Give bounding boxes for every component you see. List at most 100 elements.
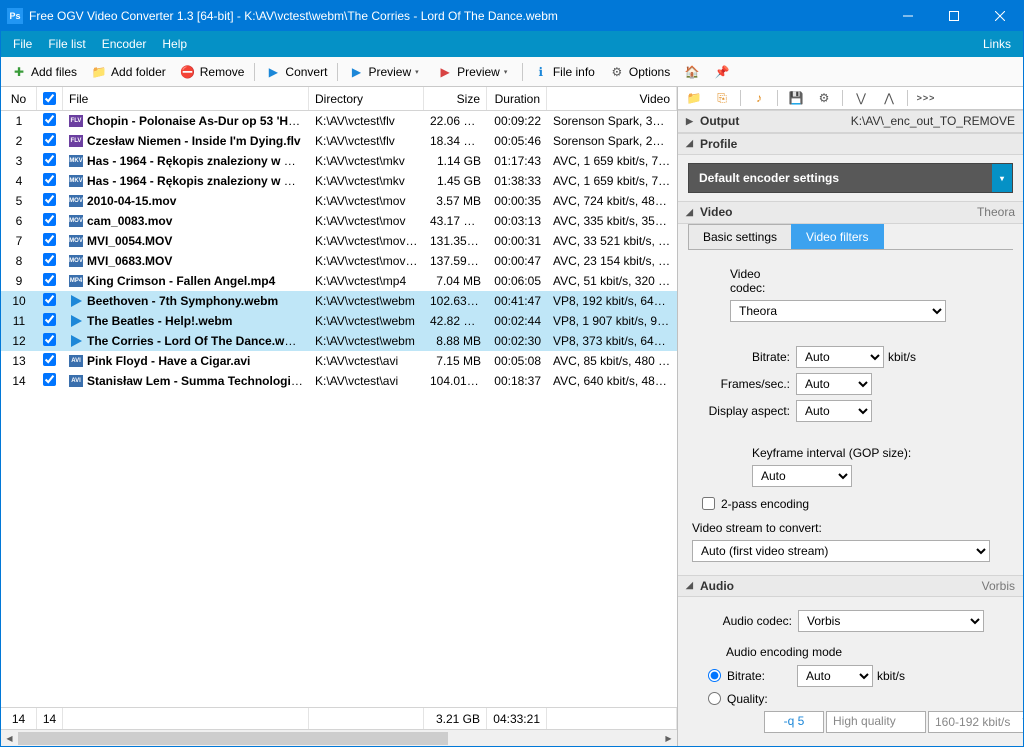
scroll-right-icon[interactable]: ▶ bbox=[660, 730, 677, 747]
table-row[interactable]: 4MKVHas - 1964 - Rękopis znaleziony w Sa… bbox=[1, 171, 677, 191]
table-row[interactable]: 9MP4King Crimson - Fallen Angel.mp4K:\AV… bbox=[1, 271, 677, 291]
side-more-button[interactable]: >>> bbox=[916, 88, 936, 108]
table-row[interactable]: 3MKVHas - 1964 - Rękopis znaleziony w Sa… bbox=[1, 151, 677, 171]
options-button[interactable]: ⚙ Options bbox=[603, 61, 676, 83]
row-checkbox[interactable] bbox=[43, 353, 56, 366]
panel-video-header[interactable]: ◢ Video Theora bbox=[678, 201, 1023, 223]
audio-mode-quality-radio[interactable] bbox=[708, 692, 721, 705]
file-type-icon bbox=[69, 334, 83, 348]
table-row[interactable]: 6MOVcam_0083.movK:\AV\vctest\mov43.17 MB… bbox=[1, 211, 677, 231]
table-row[interactable]: 10Beethoven - 7th Symphony.webmK:\AV\vct… bbox=[1, 291, 677, 311]
row-checkbox[interactable] bbox=[43, 373, 56, 386]
col-header-file[interactable]: File bbox=[63, 87, 309, 110]
panel-profile-header[interactable]: ◢ Profile bbox=[678, 133, 1023, 155]
scroll-left-icon[interactable]: ◀ bbox=[1, 730, 18, 747]
add-folder-button[interactable]: 📁 Add folder bbox=[85, 61, 172, 83]
col-header-check[interactable] bbox=[37, 87, 63, 110]
minimize-button[interactable] bbox=[885, 1, 931, 31]
menu-filelist[interactable]: File list bbox=[40, 33, 93, 55]
file-name: AVIStanisław Lem - Summa Technologiae po… bbox=[63, 372, 309, 391]
panel-output-header[interactable]: ▶ Output K:\AV\_enc_out_TO_REMOVE bbox=[678, 110, 1023, 132]
preview-icon: ▶ bbox=[348, 64, 364, 80]
side-expand-button[interactable]: ⋀ bbox=[879, 88, 899, 108]
table-row[interactable]: 2FLVCzesław Niemen - Inside I'm Dying.fl… bbox=[1, 131, 677, 151]
row-checkbox[interactable] bbox=[43, 193, 56, 206]
tab-video-filters[interactable]: Video filters bbox=[791, 224, 883, 249]
quality-rate-select[interactable]: 160-192 kbit/s ⋁ bbox=[928, 711, 1023, 733]
menu-encoder[interactable]: Encoder bbox=[94, 33, 155, 55]
horizontal-scrollbar[interactable]: ◀ ▶ bbox=[1, 729, 677, 746]
table-row[interactable]: 8MOVMVI_0683.MOVK:\AV\vctest\mov\Ca...13… bbox=[1, 251, 677, 271]
check-all[interactable] bbox=[43, 92, 56, 105]
tab-basic-settings[interactable]: Basic settings bbox=[688, 224, 792, 249]
home-button[interactable]: 🏠 bbox=[678, 61, 706, 83]
menu-file[interactable]: File bbox=[5, 33, 40, 55]
col-header-video[interactable]: Video bbox=[547, 87, 677, 110]
video-stream-select[interactable]: Auto (first video stream) bbox=[692, 540, 990, 562]
audio-codec-select[interactable]: Vorbis bbox=[798, 610, 984, 632]
profile-select[interactable]: Default encoder settings ▾ bbox=[688, 163, 1013, 193]
table-row[interactable]: 12The Corries - Lord Of The Dance.webmK:… bbox=[1, 331, 677, 351]
table-row[interactable]: 13AVIPink Floyd - Have a Cigar.aviK:\AV\… bbox=[1, 351, 677, 371]
scroll-thumb[interactable] bbox=[18, 732, 448, 745]
side-note-button[interactable]: ♪ bbox=[749, 88, 769, 108]
row-checkbox[interactable] bbox=[43, 113, 56, 126]
file-name: MKVHas - 1964 - Rękopis znaleziony w Sar… bbox=[63, 152, 309, 171]
quality-value[interactable]: -q 5 bbox=[764, 711, 824, 733]
preview-alt-button[interactable]: ▶ Preview ▾ bbox=[431, 61, 518, 83]
add-files-button[interactable]: ✚ Add files bbox=[5, 61, 83, 83]
fps-select[interactable]: Auto bbox=[796, 373, 872, 395]
audio-bitrate-select[interactable]: Auto bbox=[797, 665, 873, 687]
convert-button[interactable]: ▶ Convert bbox=[259, 61, 333, 83]
col-header-size[interactable]: Size bbox=[424, 87, 487, 110]
aspect-select[interactable]: Auto bbox=[796, 400, 872, 422]
remove-button[interactable]: ⛔ Remove bbox=[174, 61, 251, 83]
table-row[interactable]: 14AVIStanisław Lem - Summa Technologiae … bbox=[1, 371, 677, 391]
row-checkbox[interactable] bbox=[43, 293, 56, 306]
menu-help[interactable]: Help bbox=[154, 33, 195, 55]
side-copy-button[interactable]: ⎘ bbox=[712, 88, 732, 108]
side-gear-button[interactable]: ⚙ bbox=[814, 88, 834, 108]
maximize-button[interactable] bbox=[931, 1, 977, 31]
table-row[interactable]: 11The Beatles - Help!.webmK:\AV\vctest\w… bbox=[1, 311, 677, 331]
footer-dur: 04:33:21 bbox=[487, 708, 547, 729]
row-checkbox[interactable] bbox=[43, 173, 56, 186]
menu-links[interactable]: Links bbox=[975, 33, 1019, 55]
panel-audio-header[interactable]: ◢ Audio Vorbis bbox=[678, 575, 1023, 597]
video-codec-select[interactable]: Theora bbox=[730, 300, 946, 322]
file-type-icon: FLV bbox=[69, 114, 83, 128]
row-checkbox[interactable] bbox=[43, 233, 56, 246]
table-row[interactable]: 5MOV2010-04-15.movK:\AV\vctest\mov3.57 M… bbox=[1, 191, 677, 211]
side-save-button[interactable]: 💾 bbox=[786, 88, 806, 108]
row-checkbox[interactable] bbox=[43, 313, 56, 326]
file-info-button[interactable]: ℹ File info bbox=[527, 61, 601, 83]
row-checkbox[interactable] bbox=[43, 273, 56, 286]
label-bitrate: Bitrate: bbox=[692, 350, 796, 364]
file-name: MP4King Crimson - Fallen Angel.mp4 bbox=[63, 272, 309, 291]
pin-button[interactable]: 📌 bbox=[708, 61, 736, 83]
file-name: FLVChopin - Polonaise As-Dur op 53 'Hero… bbox=[63, 112, 309, 131]
preview-alt-icon: ▶ bbox=[437, 64, 453, 80]
row-checkbox[interactable] bbox=[43, 133, 56, 146]
video-bitrate-select[interactable]: Auto bbox=[796, 346, 884, 368]
row-checkbox[interactable] bbox=[43, 213, 56, 226]
keyframe-select[interactable]: Auto bbox=[752, 465, 852, 487]
two-pass-checkbox[interactable] bbox=[702, 497, 715, 510]
col-header-no[interactable]: No bbox=[1, 87, 37, 110]
preview-button[interactable]: ▶ Preview ▾ bbox=[342, 61, 429, 83]
row-checkbox[interactable] bbox=[43, 333, 56, 346]
save-icon: 💾 bbox=[789, 91, 804, 105]
side-collapse-button[interactable]: ⋁ bbox=[851, 88, 871, 108]
row-checkbox[interactable] bbox=[43, 253, 56, 266]
col-header-dur[interactable]: Duration bbox=[487, 87, 547, 110]
table-row[interactable]: 7MOVMVI_0054.MOVK:\AV\vctest\mov\Ca...13… bbox=[1, 231, 677, 251]
col-header-dir[interactable]: Directory bbox=[309, 87, 424, 110]
audio-mode-bitrate-radio[interactable] bbox=[708, 669, 721, 682]
file-name: AVIPink Floyd - Have a Cigar.avi bbox=[63, 352, 309, 371]
label-audio-codec: Audio codec: bbox=[688, 614, 798, 628]
row-checkbox[interactable] bbox=[43, 153, 56, 166]
close-button[interactable] bbox=[977, 1, 1023, 31]
side-folder-button[interactable]: 📁 bbox=[684, 88, 704, 108]
table-row[interactable]: 1FLVChopin - Polonaise As-Dur op 53 'Her… bbox=[1, 111, 677, 131]
chevron-right-icon: ▶ bbox=[686, 116, 696, 127]
